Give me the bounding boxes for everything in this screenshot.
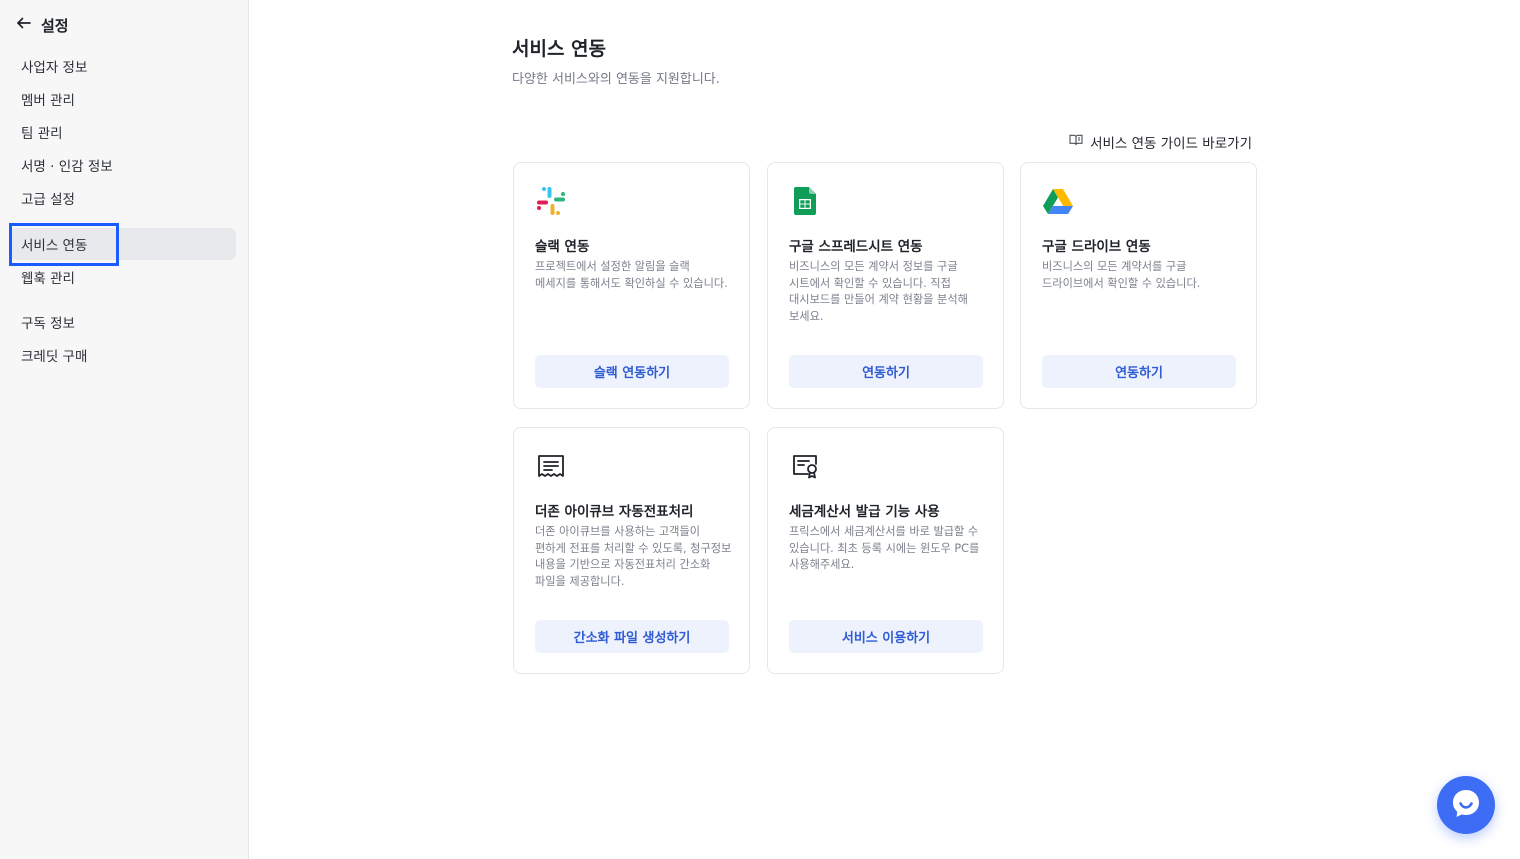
generate-simplified-file-button[interactable]: 간소화 파일 생성하기 bbox=[535, 620, 729, 653]
sidebar-item-team-management[interactable]: 팀 관리 bbox=[10, 116, 236, 148]
card-title: 세금계산서 발급 기능 사용 bbox=[789, 504, 940, 520]
integration-guide-label: 서비스 연동 가이드 바로가기 bbox=[1090, 136, 1252, 152]
use-service-button[interactable]: 서비스 이용하기 bbox=[789, 620, 983, 653]
card-description: 비즈니스의 모든 계약서를 구글 드라이브에서 확인할 수 있습니다. bbox=[1042, 260, 1201, 290]
chat-bubble-icon bbox=[1449, 786, 1483, 824]
sidebar: 설정 사업자 정보 멤버 관리 팀 관리 서명 · 인감 정보 고급 설정 서비… bbox=[0, 0, 249, 859]
page-title: 서비스 연동 bbox=[512, 38, 607, 60]
card-slack: 슬랙 연동 프로젝트에서 설정한 알림을 슬랙 메세지를 통해서도 확인하실 수… bbox=[513, 162, 750, 409]
card-description: 비즈니스의 모든 계약서 정보를 구글 시트에서 확인할 수 있습니다. 직접 … bbox=[789, 260, 968, 323]
sidebar-item-advanced-settings[interactable]: 고급 설정 bbox=[10, 182, 236, 214]
card-title: 구글 스프레드시트 연동 bbox=[789, 239, 923, 255]
card-google-sheets: 구글 스프레드시트 연동 비즈니스의 모든 계약서 정보를 구글 시트에서 확인… bbox=[767, 162, 1004, 409]
google-sheets-icon bbox=[789, 185, 821, 217]
sidebar-item-service-integration[interactable]: 서비스 연동 bbox=[10, 228, 236, 260]
sidebar-item-member-management[interactable]: 멤버 관리 bbox=[10, 83, 236, 115]
card-title: 슬랙 연동 bbox=[535, 239, 590, 255]
integration-guide-link[interactable]: 서비스 연동 가이드 바로가기 bbox=[1068, 132, 1252, 152]
card-description: 프로젝트에서 설정한 알림을 슬랙 메세지를 통해서도 확인하실 수 있습니다. bbox=[535, 260, 728, 290]
sidebar-item-business-info[interactable]: 사업자 정보 bbox=[10, 50, 236, 82]
slack-connect-button[interactable]: 슬랙 연동하기 bbox=[535, 355, 729, 388]
chat-support-button[interactable] bbox=[1437, 776, 1495, 834]
card-description: 프릭스에서 세금계산서를 바로 발급할 수 있습니다. 최초 등록 시에는 윈도… bbox=[789, 525, 980, 571]
sidebar-item-webhook-management[interactable]: 웹훅 관리 bbox=[10, 261, 236, 293]
tax-invoice-icon bbox=[789, 450, 821, 482]
card-douzone-icube: 더존 아이큐브 자동전표처리 더존 아이큐브를 사용하는 고객들이 편하게 전표… bbox=[513, 427, 750, 674]
arrow-left-icon bbox=[15, 14, 33, 36]
sidebar-item-credit-purchase[interactable]: 크레딧 구매 bbox=[10, 339, 236, 371]
card-title: 더존 아이큐브 자동전표처리 bbox=[535, 504, 694, 520]
card-description: 더존 아이큐브를 사용하는 고객들이 편하게 전표를 처리할 수 있도록, 청구… bbox=[535, 525, 732, 588]
back-to-settings[interactable]: 설정 bbox=[15, 12, 69, 38]
page-subtitle: 다양한 서비스와의 연동을 지원합니다. bbox=[512, 72, 720, 87]
sidebar-title: 설정 bbox=[41, 16, 69, 35]
app-root: 설정 사업자 정보 멤버 관리 팀 관리 서명 · 인감 정보 고급 설정 서비… bbox=[0, 0, 1520, 859]
google-sheets-connect-button[interactable]: 연동하기 bbox=[789, 355, 983, 388]
slack-icon bbox=[535, 185, 567, 217]
sidebar-item-signature-seal[interactable]: 서명 · 인감 정보 bbox=[10, 149, 236, 181]
sidebar-item-subscription-info[interactable]: 구독 정보 bbox=[10, 306, 236, 338]
receipt-icon bbox=[535, 450, 567, 482]
card-title: 구글 드라이브 연동 bbox=[1042, 239, 1151, 255]
card-tax-invoice: 세금계산서 발급 기능 사용 프릭스에서 세금계산서를 바로 발급할 수 있습니… bbox=[767, 427, 1004, 674]
card-google-drive: 구글 드라이브 연동 비즈니스의 모든 계약서를 구글 드라이브에서 확인할 수… bbox=[1020, 162, 1257, 409]
google-drive-connect-button[interactable]: 연동하기 bbox=[1042, 355, 1236, 388]
book-icon bbox=[1068, 132, 1084, 152]
google-drive-icon bbox=[1042, 185, 1074, 217]
